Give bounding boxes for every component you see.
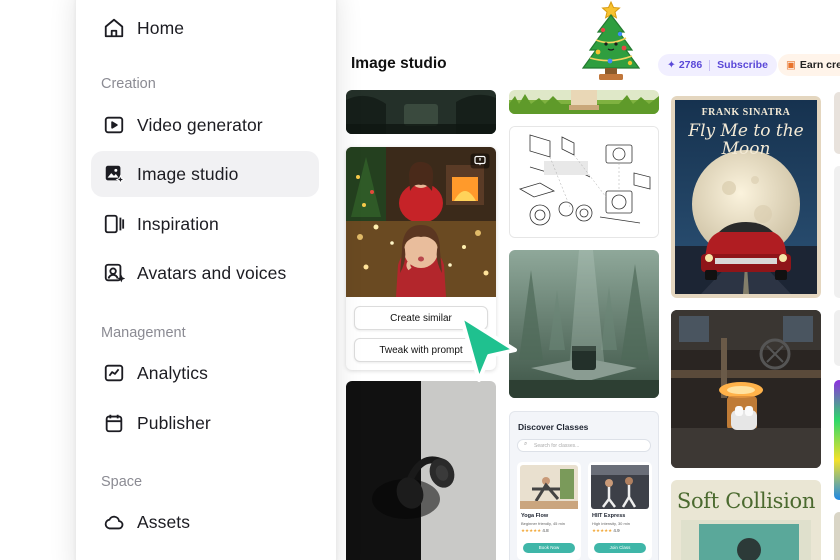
avatar-icon	[102, 261, 126, 285]
subscribe-link[interactable]: Subscribe	[717, 59, 768, 71]
app-window: Home Creation Video generator Image stud…	[0, 0, 840, 560]
book-now-button[interactable]: Book Now	[523, 543, 575, 553]
analytics-icon	[102, 361, 126, 385]
gallery-image-partial-5[interactable]	[834, 512, 840, 560]
earn-credits-button[interactable]: ▣ Earn cred	[778, 54, 840, 76]
soft-collision-art	[681, 520, 811, 560]
sidebar-item-assets[interactable]: Assets	[91, 499, 319, 545]
sidebar-item-label: Inspiration	[137, 213, 219, 234]
class-name: Yoga Flow	[521, 513, 549, 519]
class-name: HIIT Express	[592, 513, 626, 519]
class-search-field: ⌕ Search for classes...	[517, 439, 651, 452]
divider	[709, 59, 711, 71]
class-card-yoga: Yoga Flow Beginner friendly, 45 min ★★★★…	[517, 462, 581, 560]
discover-classes-title: Discover Classes	[518, 422, 589, 432]
hiit-photo	[591, 465, 649, 509]
poster-title: Fly Me to the Moon	[688, 121, 804, 159]
class-rating: 4.9	[613, 528, 620, 533]
sidebar-item-analytics[interactable]: Analytics	[91, 350, 319, 396]
join-class-button[interactable]: Join Class	[594, 543, 646, 553]
earn-credits-label: Earn cred	[799, 59, 840, 71]
sidebar-item-video-generator[interactable]: Video generator	[91, 102, 319, 148]
video-generator-icon	[102, 113, 126, 137]
rating-stars: ★★★★★ 4.9	[592, 528, 620, 533]
inspiration-icon	[102, 212, 126, 236]
credits-count: 2786	[678, 59, 703, 71]
feedback-icon[interactable]	[470, 153, 490, 169]
gallery-image-partial-1[interactable]	[834, 92, 840, 154]
class-description: Beginner friendly, 45 min	[521, 521, 565, 526]
class-rating: 4.8	[542, 528, 549, 533]
sidebar-item-home[interactable]: Home	[91, 5, 319, 51]
gallery-image-partial-4[interactable]	[834, 380, 840, 500]
gallery-image-exploded-diagram[interactable]	[509, 126, 659, 238]
sidebar-item-label: Video generator	[137, 114, 263, 135]
cloud-icon	[102, 510, 126, 534]
page-title: Image studio	[351, 55, 447, 72]
search-placeholder: Search for classes...	[534, 442, 580, 449]
yoga-photo	[520, 465, 578, 509]
soft-collision-title: Soft Collision	[676, 489, 816, 513]
sidebar-item-image-studio[interactable]: Image studio	[91, 151, 319, 197]
section-label-space: Space	[101, 474, 143, 490]
gallery-image-soft-collision[interactable]: Soft Collision	[671, 480, 821, 560]
gallery-image-product-grass[interactable]	[509, 90, 659, 114]
image-studio-icon	[102, 162, 126, 186]
gallery-image-headphones[interactable]	[346, 381, 496, 560]
search-icon: ⌕	[524, 441, 528, 447]
calendar-icon	[102, 411, 126, 435]
gift-icon: ▣	[786, 59, 796, 71]
sidebar-item-inspiration[interactable]: Inspiration	[91, 201, 319, 247]
rating-stars: ★★★★★ 4.8	[521, 528, 549, 533]
gallery-image-dark-forest[interactable]	[346, 90, 496, 134]
class-description: High intensity, 30 min	[592, 521, 630, 526]
christmas-portrait-image	[346, 147, 496, 297]
christmas-tree-icon	[581, 0, 641, 80]
sidebar-item-label: Image studio	[137, 163, 239, 184]
sidebar: Home Creation Video generator Image stud…	[76, 0, 336, 560]
section-label-creation: Creation	[101, 76, 156, 92]
poster-artist: FRANK SINATRA	[701, 107, 791, 118]
sidebar-item-label: Publisher	[137, 412, 211, 433]
sparkle-icon: ✦	[667, 59, 676, 71]
home-icon	[102, 16, 126, 40]
sidebar-item-label: Home	[137, 17, 185, 38]
sidebar-item-label: Assets	[137, 511, 191, 532]
gallery-image-fitness-app[interactable]: Discover Classes ⌕ Search for classes...…	[509, 411, 659, 560]
credits-badge[interactable]: ✦ 2786 Subscribe	[658, 54, 777, 76]
section-label-management: Management	[101, 325, 186, 341]
class-card-hiit: HIIT Express High intensity, 30 min ★★★★…	[588, 462, 652, 560]
gallery-image-sinatra-poster[interactable]: FRANK SINATRA Fly Me to the Moon	[671, 96, 821, 298]
sidebar-item-avatars-and-voices[interactable]: Avatars and voices	[91, 250, 319, 296]
gallery-image-steampunk-earbuds[interactable]	[671, 310, 821, 468]
gallery-image-partial-3[interactable]	[834, 310, 840, 366]
cursor-pointer-icon	[459, 314, 517, 382]
sidebar-item-label: Avatars and voices	[137, 262, 287, 283]
sidebar-item-publisher[interactable]: Publisher	[91, 400, 319, 446]
gallery-image-foggy-forest[interactable]	[509, 250, 659, 398]
gallery-image-partial-2[interactable]	[834, 166, 840, 298]
sidebar-item-label: Analytics	[137, 362, 208, 383]
